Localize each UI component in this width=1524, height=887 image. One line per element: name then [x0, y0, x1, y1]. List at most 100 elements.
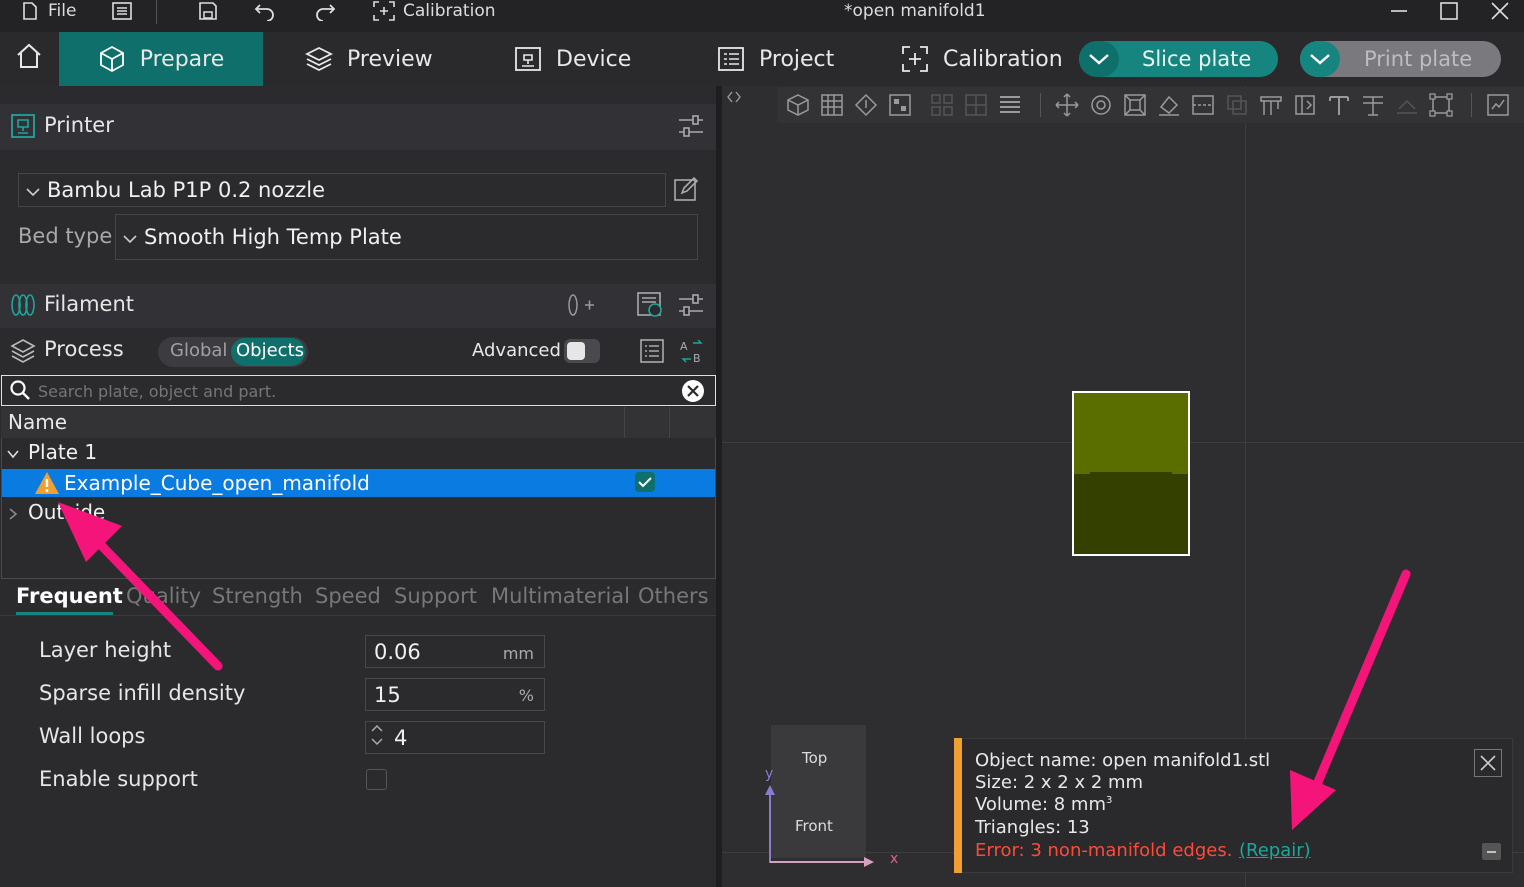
- toggle-global[interactable]: Global: [170, 340, 227, 361]
- object-checkbox[interactable]: [635, 472, 655, 492]
- navcube-top-label[interactable]: Top: [802, 749, 827, 767]
- info-error: Error: 3 non-manifold edges.: [975, 840, 1233, 861]
- device-icon: [514, 45, 542, 73]
- cube-front-face[interactable]: [1073, 474, 1189, 554]
- object-list-header: [1, 407, 716, 438]
- divider: [156, 0, 157, 24]
- file-icon[interactable]: [18, 0, 42, 22]
- scale-icon[interactable]: [1121, 91, 1149, 119]
- tab-project[interactable]: Project: [717, 32, 834, 86]
- edit-printer-icon[interactable]: [674, 176, 699, 205]
- cut-icon[interactable]: [1189, 91, 1217, 119]
- undo-icon[interactable]: [253, 0, 277, 22]
- add-filament-icon[interactable]: [567, 293, 595, 321]
- cube-top-face[interactable]: [1073, 392, 1189, 474]
- filament-settings-sliders-icon[interactable]: [678, 293, 704, 321]
- navcube-front-label[interactable]: Front: [795, 817, 833, 835]
- split-parts-icon: [962, 91, 990, 119]
- print-plate-button[interactable]: Print plate: [1300, 41, 1501, 77]
- move-icon[interactable]: [1053, 91, 1081, 119]
- close-icon: [1480, 755, 1496, 771]
- bounding-box-icon[interactable]: [1427, 91, 1455, 119]
- toggle-objects[interactable]: Objects: [236, 340, 304, 361]
- search-icon: [9, 379, 31, 405]
- enable-support-label: Enable support: [39, 767, 198, 791]
- infill-density-input[interactable]: 15 %: [365, 678, 545, 711]
- minimize-icon[interactable]: [1387, 0, 1411, 22]
- view-options-icon[interactable]: [1484, 91, 1512, 119]
- seam-paint-icon[interactable]: [1291, 91, 1319, 119]
- printer-settings-sliders-icon[interactable]: [678, 114, 704, 142]
- file-menu[interactable]: File: [48, 0, 76, 22]
- lay-on-face-icon[interactable]: [1155, 91, 1183, 119]
- process-list-icon[interactable]: [640, 339, 664, 367]
- compare-presets-icon[interactable]: AB: [679, 338, 705, 368]
- minimize-info-button[interactable]: [1482, 843, 1501, 860]
- tab-multimaterial[interactable]: Multimaterial: [491, 584, 630, 608]
- tab-speed[interactable]: Speed: [315, 584, 381, 608]
- print-dropdown-arrow-icon[interactable]: [1300, 41, 1340, 77]
- info-size: Size: 2 x 2 x 2 mm: [975, 772, 1144, 793]
- wall-loops-stepper[interactable]: 4: [365, 721, 545, 754]
- title-bar: [0, 0, 1524, 32]
- chevron-down-icon: [122, 225, 138, 249]
- redo-icon[interactable]: [313, 0, 337, 22]
- enable-support-checkbox[interactable]: [366, 769, 387, 790]
- menu-list-icon[interactable]: [110, 0, 134, 22]
- tab-calibration[interactable]: Calibration: [901, 32, 1063, 86]
- chevron-down-icon: [25, 178, 41, 202]
- support-paint-icon[interactable]: [1257, 91, 1285, 119]
- object-name[interactable]: Example_Cube_open_manifold: [64, 471, 370, 495]
- rotate-icon[interactable]: [1087, 91, 1115, 119]
- collapse-sidebar-icon[interactable]: [726, 89, 742, 108]
- expand-arrow-icon[interactable]: [6, 446, 20, 465]
- printer-select[interactable]: Bambu Lab P1P 0.2 nozzle: [18, 173, 666, 207]
- tab-preview[interactable]: Preview: [305, 32, 433, 86]
- clear-search-icon[interactable]: [681, 379, 705, 407]
- layer-height-input[interactable]: 0.06 mm: [365, 635, 545, 668]
- collapse-arrow-icon[interactable]: [6, 506, 20, 525]
- toolbar-divider: [1040, 93, 1041, 117]
- advanced-toggle[interactable]: [564, 339, 600, 363]
- home-button[interactable]: [0, 32, 58, 86]
- tab-prepare[interactable]: Prepare: [59, 32, 263, 86]
- filament-spool-icon: [10, 293, 36, 321]
- close-info-button[interactable]: [1474, 749, 1502, 777]
- tab-frequent[interactable]: Frequent: [16, 584, 123, 608]
- cube-icon: [98, 45, 126, 73]
- tab-device[interactable]: Device: [514, 32, 631, 86]
- arrange-icon[interactable]: [886, 91, 914, 119]
- filament-sync-icon[interactable]: [637, 292, 665, 322]
- calibration-menu[interactable]: Calibration: [403, 0, 496, 22]
- grid-icon[interactable]: [818, 91, 846, 119]
- process-section-title: Process: [44, 337, 124, 361]
- cube-edge-gap: [1090, 472, 1172, 475]
- measure-icon[interactable]: [1359, 91, 1387, 119]
- repair-link[interactable]: (Repair): [1239, 840, 1311, 861]
- orient-icon[interactable]: [852, 91, 880, 119]
- layers-editor-icon[interactable]: [996, 91, 1024, 119]
- search-input[interactable]: [36, 380, 666, 402]
- tab-others[interactable]: Others: [638, 584, 709, 608]
- save-icon[interactable]: [196, 0, 220, 22]
- outside-item[interactable]: Outside: [28, 500, 105, 524]
- slice-dropdown-arrow-icon[interactable]: [1079, 41, 1119, 77]
- navigation-cube[interactable]: [771, 725, 866, 858]
- axis-y-label: y: [765, 766, 774, 782]
- slice-plate-button[interactable]: Slice plate: [1079, 41, 1278, 77]
- add-cube-icon[interactable]: [784, 91, 812, 119]
- tab-strength[interactable]: Strength: [212, 584, 303, 608]
- svg-text:B: B: [693, 352, 701, 364]
- bed-type-select[interactable]: Smooth High Temp Plate: [115, 214, 698, 260]
- plate-item[interactable]: Plate 1: [28, 440, 97, 464]
- maximize-icon[interactable]: [1437, 0, 1461, 22]
- text-tool-icon[interactable]: [1325, 91, 1353, 119]
- stepper-arrows-icon[interactable]: [370, 722, 384, 753]
- tab-quality[interactable]: Quality: [126, 584, 201, 608]
- tab-support[interactable]: Support: [394, 584, 477, 608]
- close-icon[interactable]: [1488, 0, 1512, 22]
- calibration-icon[interactable]: [372, 0, 396, 22]
- column-name-header[interactable]: Name: [8, 410, 67, 434]
- info-object-name: Object name: open manifold1.stl: [975, 750, 1271, 771]
- warning-icon[interactable]: [34, 471, 60, 499]
